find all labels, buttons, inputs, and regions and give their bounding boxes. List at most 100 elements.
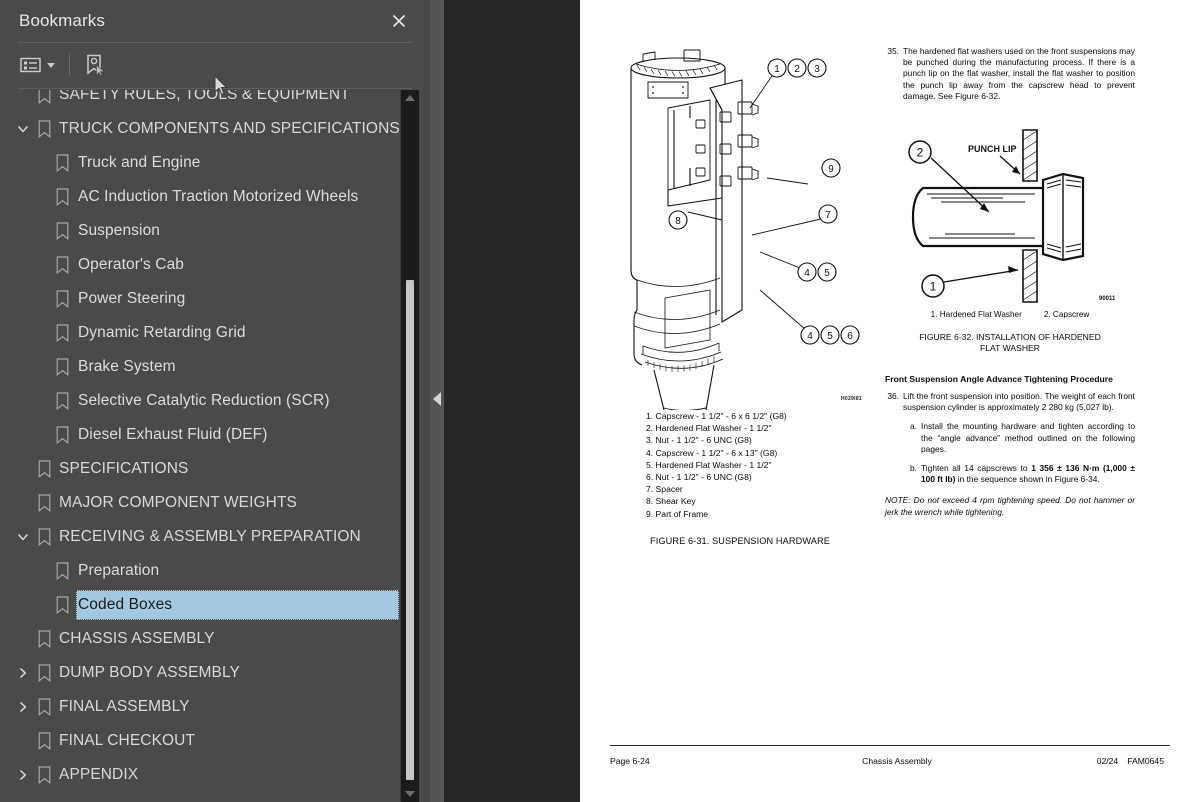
- bookmark-icon: [54, 561, 70, 580]
- bookmark-item[interactable]: Diesel Exhaust Fluid (DEF): [0, 418, 400, 452]
- scrollbar-thumb[interactable]: [406, 280, 414, 780]
- bookmark-item[interactable]: MAJOR COMPONENT WEIGHTS: [0, 486, 400, 520]
- panel-title: Bookmarks: [19, 11, 105, 30]
- svg-text:3: 3: [814, 64, 820, 75]
- pdf-viewer-area[interactable]: 1 2 3 9 7 8 4 5 4 5 6 H029I81 1. Capscre…: [444, 0, 1200, 802]
- suspension-illustration: 1 2 3 9 7 8 4 5 4 5 6: [630, 49, 860, 411]
- bookmark-item[interactable]: FINAL ASSEMBLY: [0, 690, 400, 724]
- chevron-right-icon[interactable]: [14, 698, 32, 716]
- scroll-up-arrow-icon: [405, 95, 415, 101]
- bookmark-icon: [36, 629, 52, 648]
- bookmarks-panel: Bookmarks SAFETY RULES, TOOLS & EQUIPMEN…: [0, 0, 430, 802]
- legend-item: 2. Capscrew: [1043, 310, 1090, 320]
- bookmark-item[interactable]: SAFETY RULES, TOOLS & EQUIPMENT: [0, 90, 400, 112]
- suspension-hardware-drawing: 1 2 3 9 7 8 4 5 4 5 6 H029I81: [610, 40, 870, 411]
- bookmarks-tree[interactable]: SAFETY RULES, TOOLS & EQUIPMENT TRUCK COM…: [0, 90, 400, 802]
- collapse-left-arrow-icon[interactable]: [433, 392, 441, 406]
- chevron-right-icon[interactable]: [14, 766, 32, 784]
- svg-text:1: 1: [930, 280, 937, 294]
- figure-6-32-caption: FIGURE 6-32. INSTALLATION OF HARDENED FL…: [885, 332, 1135, 354]
- bookmark-item[interactable]: TRUCK COMPONENTS AND SPECIFICATIONS: [0, 112, 400, 146]
- panel-splitter[interactable]: [430, 0, 444, 802]
- bookmark-icon: [54, 187, 70, 206]
- bookmark-item[interactable]: Power Steering: [0, 282, 400, 316]
- section-note: NOTE: Do not exceed 4 rpm tightening spe…: [885, 495, 1135, 517]
- bookmark-icon: [54, 425, 70, 444]
- bookmark-item[interactable]: CHASSIS ASSEMBLY: [0, 622, 400, 656]
- paragraph-36a-number: a.: [910, 421, 917, 432]
- figure-6-32-caption-line1: FIGURE 6-32. INSTALLATION OF HARDENED: [919, 332, 1101, 343]
- bookmark-icon: [36, 765, 52, 784]
- bookmark-item[interactable]: Suspension: [0, 214, 400, 248]
- bookmark-item[interactable]: SPECIFICATIONS: [0, 452, 400, 486]
- footer-page-number: Page 6-24: [610, 756, 650, 766]
- bookmark-label: SPECIFICATIONS: [59, 460, 189, 477]
- bookmark-item[interactable]: RECEIVING & ASSEMBLY PREPARATION: [0, 520, 400, 554]
- bookmark-label: MAJOR COMPONENT WEIGHTS: [59, 494, 297, 511]
- list-item: 2. Hardened Flat Washer - 1 1/2": [646, 423, 772, 434]
- bookmark-icon: [54, 221, 70, 240]
- svg-text:1: 1: [774, 64, 780, 75]
- legend-item: 1. Hardened Flat Washer: [930, 310, 1022, 320]
- svg-text:2: 2: [917, 146, 924, 160]
- paragraph-36b-pre: Tighten all 14 capscrews to: [921, 463, 1032, 474]
- paragraph-36b: b. Tighten all 14 capscrews to 1 356 ± 1…: [885, 463, 1135, 485]
- chevron-down-icon[interactable]: [14, 528, 32, 546]
- bookmark-item[interactable]: DUMP BODY ASSEMBLY: [0, 656, 400, 690]
- pdf-reader-window: Bookmarks SAFETY RULES, TOOLS & EQUIPMEN…: [0, 0, 1200, 802]
- bookmark-label: FINAL CHECKOUT: [59, 732, 196, 749]
- bookmark-icon: [36, 697, 52, 716]
- paragraph-36a-text: Install the mounting hardware and tighte…: [921, 421, 1135, 454]
- figure-right-art-code: 90011: [1099, 296, 1116, 302]
- close-icon: [392, 14, 406, 28]
- bookmarks-scrollbar[interactable]: [400, 90, 419, 802]
- svg-text:7: 7: [825, 210, 831, 221]
- bookmark-label: SAFETY RULES, TOOLS & EQUIPMENT: [59, 90, 350, 103]
- figure-6-32-caption-line2: FLAT WASHER: [979, 343, 1040, 354]
- bookmark-item[interactable]: Dynamic Retarding Grid: [0, 316, 400, 350]
- bookmark-label: Brake System: [78, 358, 176, 375]
- chevron-right-icon[interactable]: [14, 664, 32, 682]
- toolbar-separator: [69, 54, 70, 76]
- bookmark-label: Power Steering: [78, 290, 186, 307]
- svg-text:6: 6: [847, 331, 853, 342]
- figure-6-31-parts-list: 1. Capscrew - 1 1/2" - 6 x 6 1/2" (G8) 2…: [610, 410, 870, 520]
- scroll-down-arrow-icon: [405, 791, 415, 797]
- bookmark-item[interactable]: FINAL CHECKOUT: [0, 724, 400, 758]
- new-bookmark-icon: [87, 54, 105, 76]
- list-item: 6. Nut - 1 1/2" - 6 UNC (G8): [646, 472, 752, 483]
- close-panel-button[interactable]: [386, 8, 412, 34]
- paragraph-36-text: Lift the front suspension into position.…: [903, 391, 1135, 413]
- bookmark-icon: [36, 119, 52, 138]
- bookmark-options-button[interactable]: [20, 50, 55, 80]
- bookmark-label: Truck and Engine: [78, 154, 201, 171]
- bookmark-item[interactable]: Operator's Cab: [0, 248, 400, 282]
- svg-text:9: 9: [828, 164, 834, 175]
- scroll-down-button[interactable]: [401, 786, 419, 802]
- chevron-down-icon[interactable]: [14, 120, 32, 138]
- bookmark-item[interactable]: Brake System: [0, 350, 400, 384]
- bookmark-item[interactable]: Selective Catalytic Reduction (SCR): [0, 384, 400, 418]
- document-right-column: 35. The hardened flat washers used on th…: [885, 46, 1135, 518]
- bookmark-item[interactable]: Coded Boxes: [0, 588, 400, 622]
- bookmark-item[interactable]: APPENDIX: [0, 758, 400, 792]
- footer-date: 02/24: [1096, 756, 1119, 766]
- bookmark-label: Suspension: [78, 222, 161, 239]
- paragraph-36a: a. Install the mounting hardware and tig…: [885, 421, 1135, 455]
- toolbar-divider: [18, 88, 412, 89]
- bookmark-label: Preparation: [78, 562, 160, 579]
- header-divider: [18, 42, 412, 43]
- list-item: 4. Capscrew - 1 1/2" - 6 x 13" (G8): [646, 447, 778, 458]
- svg-text:4: 4: [804, 268, 810, 279]
- bookmark-label: RECEIVING & ASSEMBLY PREPARATION: [59, 528, 361, 545]
- bookmark-label: Dynamic Retarding Grid: [78, 324, 246, 341]
- scroll-up-button[interactable]: [401, 90, 419, 106]
- bookmark-item[interactable]: AC Induction Traction Motorized Wheels: [0, 180, 400, 214]
- bookmark-item[interactable]: Preparation: [0, 554, 400, 588]
- bookmark-icon: [54, 323, 70, 342]
- new-bookmark-button[interactable]: [83, 50, 107, 80]
- footer-section-title: Chassis Assembly: [862, 756, 932, 766]
- bookmark-item[interactable]: Truck and Engine: [0, 146, 400, 180]
- bookmark-label: AC Induction Traction Motorized Wheels: [78, 188, 359, 205]
- paragraph-35-number: 35.: [887, 46, 899, 56]
